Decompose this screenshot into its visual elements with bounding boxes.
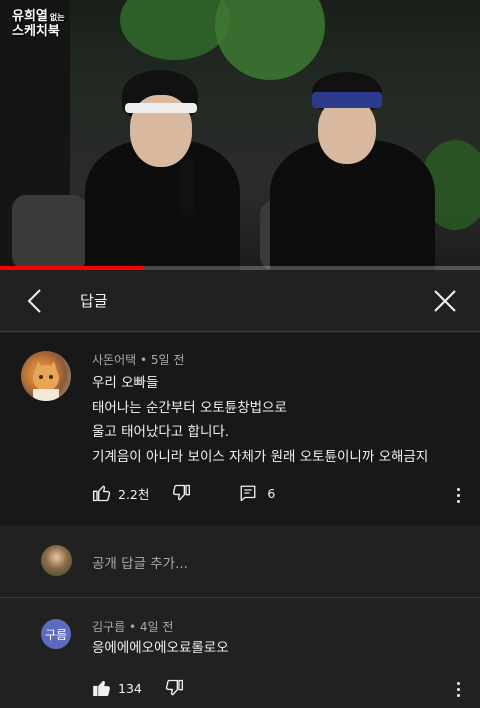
comment-author[interactable]: 김구름 (92, 620, 125, 634)
comment-author[interactable]: 사돈어택 (92, 353, 136, 367)
video-microphone (180, 160, 194, 215)
add-reply-field[interactable]: 공개 답글 추가... (0, 525, 480, 598)
page-title: 답글 (80, 292, 108, 310)
replies-button[interactable]: 6 (239, 484, 275, 502)
comment-time: 4일 전 (139, 620, 174, 634)
video-chair (12, 195, 87, 270)
avatar (41, 545, 72, 576)
video-headband (125, 103, 197, 113)
comment-time: 5일 전 (150, 353, 185, 367)
comment-meta: 사돈어택 • 5일 전 (92, 353, 185, 367)
comment-meta: 김구름 • 4일 전 (92, 620, 174, 634)
dislike-button[interactable] (171, 483, 191, 503)
avatar[interactable] (21, 351, 71, 401)
video-foliage (215, 0, 325, 80)
thumbs-up-icon (93, 485, 111, 502)
show-logo: 유희열 없는 스케치북 (12, 9, 65, 39)
more-options-icon[interactable] (454, 682, 462, 697)
video-player[interactable]: 유희열 없는 스케치북 (0, 0, 480, 270)
comment-line: 우리 오빠들 (92, 375, 159, 391)
video-headband (312, 92, 382, 108)
close-button[interactable] (410, 270, 480, 332)
cat-avatar-image (33, 361, 59, 401)
comment-actions: 134 (92, 678, 184, 698)
comment-actions: 2.2천 6 (92, 483, 275, 503)
comment-line: 태어나는 순간부터 오토튠창법으로 (92, 399, 287, 416)
thumbs-down-icon (173, 484, 191, 501)
comment-line: 응에에에오에오료롤로오 (92, 640, 229, 656)
thumbs-down-icon (165, 679, 183, 696)
replies-header: 답글 (0, 270, 480, 332)
comment-line: 기계음이 아니라 보이스 자체가 원래 오토튠이니까 오해금지 (92, 448, 429, 465)
like-button[interactable]: 134 (92, 678, 142, 698)
chevron-left-icon (27, 288, 41, 313)
video-foliage (120, 0, 230, 60)
add-reply-placeholder: 공개 답글 추가... (92, 556, 188, 572)
like-button[interactable]: 2.2천 (92, 483, 149, 503)
avatar-initials: 구름 (44, 627, 68, 642)
comment-text: 응에에에오에오료롤로오 (92, 636, 229, 661)
back-button[interactable] (0, 270, 70, 332)
reply-comment: 구름 김구름 • 4일 전 응에에에오에오료롤로오 134 (0, 599, 480, 708)
thumbs-up-filled-icon (93, 680, 110, 696)
comment-line: 울고 태어났다고 합니다. (92, 424, 230, 440)
more-options-icon[interactable] (454, 488, 462, 503)
comment-text: 우리 오빠들 태어나는 순간부터 오토튠창법으로 울고 태어났다고 합니다. 기… (92, 371, 428, 469)
dislike-button[interactable] (164, 678, 184, 698)
comment-icon (240, 485, 256, 502)
reply-count: 6 (267, 485, 276, 501)
like-count: 2.2천 (118, 486, 150, 502)
parent-comment: 사돈어택 • 5일 전 우리 오빠들 태어나는 순간부터 오토튠창법으로 울고 … (0, 333, 480, 525)
avatar[interactable]: 구름 (41, 619, 71, 649)
close-icon (434, 289, 456, 312)
like-count: 134 (118, 680, 142, 696)
